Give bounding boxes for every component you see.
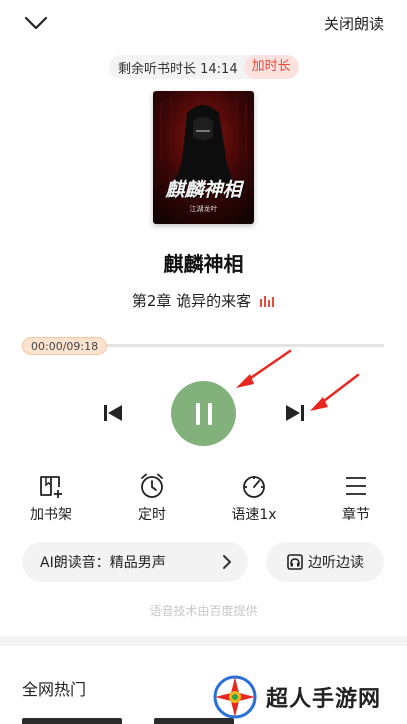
listen-while-read-label: 边听边读 <box>308 555 364 571</box>
hot-item-thumbnail[interactable] <box>22 718 122 724</box>
top-bar: 关闭朗读 <box>0 0 407 48</box>
timer-button[interactable]: 定时 <box>117 471 187 524</box>
hot-section-title: 全网热门 <box>22 680 87 699</box>
chapter-title: 第2章 诡异的来客 <box>131 292 252 310</box>
ai-voice-label: AI朗读音：精品男声 <box>40 555 166 571</box>
book-cover: 麒麟神相 江湖龙叶 <box>153 91 254 224</box>
remaining-time-pill: 剩余听书时长 14:14 加时长 <box>109 55 299 79</box>
chapter-row: 第2章 诡异的来客 <box>0 290 407 311</box>
add-bookshelf-button[interactable]: 加书架 <box>16 471 86 524</box>
skip-previous-button[interactable] <box>101 402 125 424</box>
pause-icon <box>195 402 212 425</box>
add-bookshelf-label: 加书架 <box>30 507 72 523</box>
add-bookshelf-icon <box>40 476 62 498</box>
book-title: 麒麟神相 <box>163 252 244 276</box>
remaining-time-text: 剩余听书时长 14:14 <box>118 61 238 77</box>
listen-while-read-button[interactable]: 边听边读 <box>266 542 384 582</box>
chapters-label: 章节 <box>342 507 370 523</box>
skip-next-button[interactable] <box>283 402 307 424</box>
annotation-arrow-next <box>310 373 360 411</box>
watermark-text: 超人手游网 <box>266 687 382 712</box>
cover-author-text: 江湖龙叶 <box>189 205 218 213</box>
play-pause-button[interactable] <box>171 381 236 446</box>
speedometer-icon <box>243 476 265 498</box>
annotation-arrow-play <box>236 349 292 388</box>
speed-button[interactable]: 语速1x <box>219 471 289 524</box>
menu-list-icon <box>346 477 366 495</box>
alarm-clock-icon <box>141 473 163 498</box>
skip-next-icon <box>286 405 304 421</box>
site-watermark: 超人手游网 <box>210 670 407 724</box>
cover-title-text: 麒麟神相 <box>165 179 242 201</box>
progress-time-chip[interactable]: 00:00/09:18 <box>22 337 108 355</box>
add-time-button[interactable]: 加时长 <box>243 55 299 79</box>
close-read-aloud-button[interactable]: 关闭朗读 <box>324 13 384 34</box>
headphone-book-icon <box>287 554 303 570</box>
collapse-chevron-down-icon[interactable] <box>22 10 50 36</box>
voice-provider-note: 语音技术由百度提供 <box>149 604 258 618</box>
chapters-button[interactable]: 章节 <box>321 471 391 524</box>
audio-wave-icon <box>259 294 275 308</box>
watermark-logo-icon <box>213 675 257 719</box>
speed-label: 语速1x <box>231 507 277 523</box>
timer-label: 定时 <box>138 507 166 523</box>
ai-voice-selector[interactable]: AI朗读音：精品男声 <box>22 542 248 582</box>
section-divider <box>0 636 407 646</box>
chevron-right-icon <box>223 555 231 569</box>
skip-previous-icon <box>104 405 122 421</box>
